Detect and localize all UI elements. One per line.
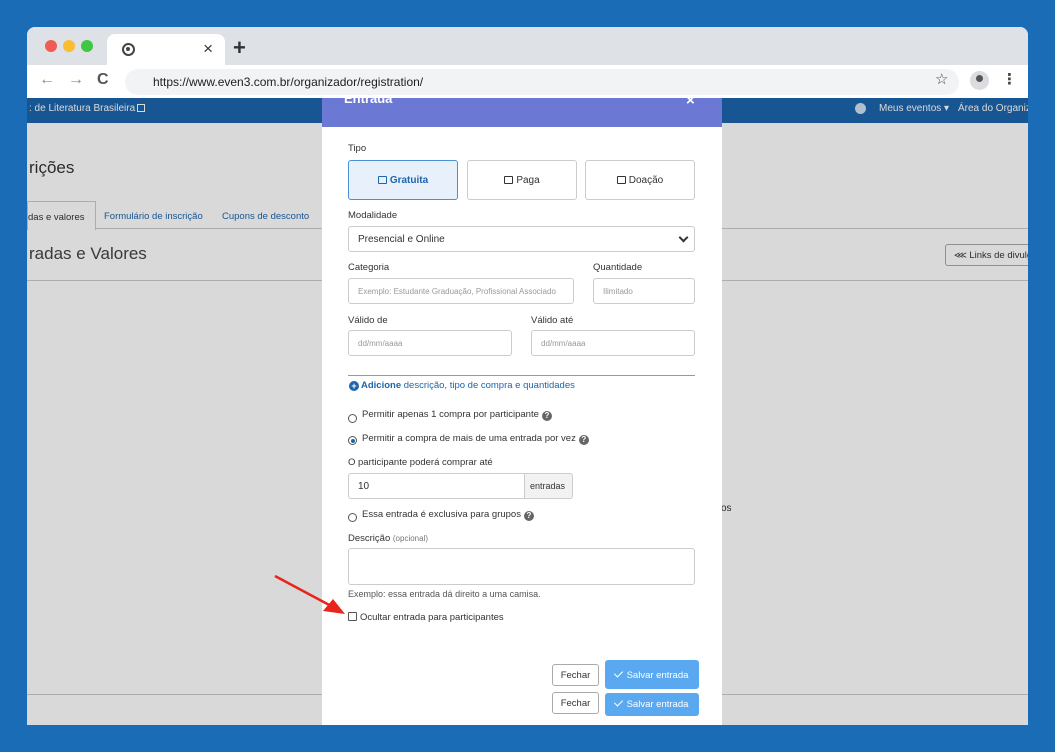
type-paga-label: Paga: [516, 175, 540, 186]
plus-circle-icon: +: [349, 381, 359, 391]
radio-one-text: Permitir apenas 1 compra por participant…: [362, 409, 539, 420]
salvar-label: Salvar entrada: [626, 670, 689, 681]
type-doacao-button[interactable]: Doação: [585, 160, 695, 200]
qty-label: O participante poderá comprar até: [348, 457, 493, 468]
tab-bar: × +: [27, 27, 1028, 65]
modal-title: Entrada: [344, 98, 393, 106]
adicione-rest: descrição, tipo de compra e quantidades: [401, 380, 575, 391]
hide-entry-label: Ocultar entrada para participantes: [360, 612, 504, 623]
tab-close-icon[interactable]: ×: [203, 39, 213, 59]
modal-divider: [348, 375, 695, 376]
help-icon[interactable]: ?: [578, 435, 589, 445]
valido-de-label: Válido de: [348, 315, 388, 326]
help-icon[interactable]: ?: [541, 411, 552, 421]
reload-icon[interactable]: C: [97, 71, 109, 89]
chrome-icon: [122, 43, 135, 56]
radio-one-label: Permitir apenas 1 compra por participant…: [362, 409, 552, 421]
modalidade-select[interactable]: Presencial e Online: [348, 226, 695, 252]
valido-ate-input[interactable]: dd/mm/aaaa: [531, 330, 695, 356]
tipo-label: Tipo: [348, 143, 367, 154]
gift-icon: [504, 176, 514, 184]
descricao-textarea[interactable]: [348, 548, 695, 585]
qty-input[interactable]: 10: [348, 473, 525, 499]
type-doacao-label: Doação: [628, 175, 664, 186]
modalidade-value: Presencial e Online: [358, 234, 445, 245]
check-icon: [613, 697, 623, 707]
type-gratuita-label: Gratuita: [389, 175, 429, 186]
entrada-modal: Entrada × Tipo Gratuita Paga Doação Moda…: [322, 98, 722, 725]
descricao-optional: (opcional): [392, 534, 429, 543]
radio-one-purchase[interactable]: [348, 414, 357, 423]
modal-header: Entrada ×: [322, 98, 722, 127]
descricao-hint: Exemplo: essa entrada dá direito a uma c…: [348, 589, 541, 599]
descricao-text: Descrição: [348, 533, 391, 544]
chevron-down-icon: [678, 232, 689, 243]
browser-menu-icon[interactable]: ⋮: [1002, 70, 1017, 88]
minimize-window-button[interactable]: [63, 40, 75, 52]
adicione-link[interactable]: + Adicione descrição, tipo de compra e qu…: [349, 380, 575, 391]
maximize-window-button[interactable]: [81, 40, 93, 52]
help-icon[interactable]: ?: [523, 511, 534, 521]
salvar-label: Salvar entrada: [626, 699, 689, 710]
browser-window: × + ← → C https://www.even3.com.br/organ…: [27, 27, 1028, 725]
modalidade-label: Modalidade: [348, 210, 398, 221]
categoria-label: Categoria: [348, 262, 390, 273]
radio-many-text: Permitir a compra de mais de uma entrada…: [362, 433, 576, 444]
type-paga-button[interactable]: Paga: [467, 160, 577, 200]
radio-groups[interactable]: [348, 513, 357, 522]
check-icon: [613, 668, 623, 678]
fechar-button-duplicate[interactable]: Fechar: [552, 692, 599, 714]
fechar-button[interactable]: Fechar: [552, 664, 599, 686]
radio-many-purchase[interactable]: [348, 436, 357, 445]
valido-de-input[interactable]: dd/mm/aaaa: [348, 330, 512, 356]
categoria-input[interactable]: Exemplo: Estudante Graduação, Profission…: [348, 278, 574, 304]
type-gratuita-button[interactable]: Gratuita: [348, 160, 458, 200]
quantidade-label: Quantidade: [593, 262, 643, 273]
adicione-bold: Adicione: [361, 380, 402, 391]
browser-tab[interactable]: ×: [107, 34, 225, 65]
qty-addon: entradas: [524, 473, 573, 499]
close-window-button[interactable]: [45, 40, 57, 52]
browser-toolbar: ← → C https://www.even3.com.br/organizad…: [27, 65, 1028, 98]
back-icon[interactable]: ←: [39, 71, 55, 89]
forward-icon[interactable]: →: [68, 71, 84, 89]
modal-close-icon[interactable]: ×: [686, 98, 695, 109]
salvar-entrada-button-duplicate[interactable]: Salvar entrada: [605, 693, 699, 716]
bookmark-star-icon[interactable]: ☆: [935, 70, 948, 88]
radio-groups-text: Essa entrada é exclusiva para grupos: [362, 509, 521, 520]
salvar-entrada-button[interactable]: Salvar entrada: [605, 660, 699, 689]
address-bar[interactable]: https://www.even3.com.br/organizador/reg…: [125, 69, 959, 95]
page-content: : de Literatura Brasileira Meus eventos …: [27, 98, 1028, 725]
hide-entry-checkbox[interactable]: [348, 612, 357, 621]
profile-avatar-icon[interactable]: [970, 71, 989, 90]
descricao-label: Descrição (opcional): [348, 533, 428, 544]
url-text[interactable]: https://www.even3.com.br/organizador/reg…: [153, 75, 423, 89]
radio-many-label: Permitir a compra de mais de uma entrada…: [362, 433, 589, 445]
valido-ate-label: Válido até: [531, 315, 574, 326]
quantidade-input[interactable]: Ilimitado: [593, 278, 695, 304]
gift-icon: [616, 176, 626, 184]
radio-groups-label: Essa entrada é exclusiva para grupos?: [362, 509, 534, 521]
gift-icon: [377, 176, 387, 184]
new-tab-button[interactable]: +: [233, 35, 246, 61]
